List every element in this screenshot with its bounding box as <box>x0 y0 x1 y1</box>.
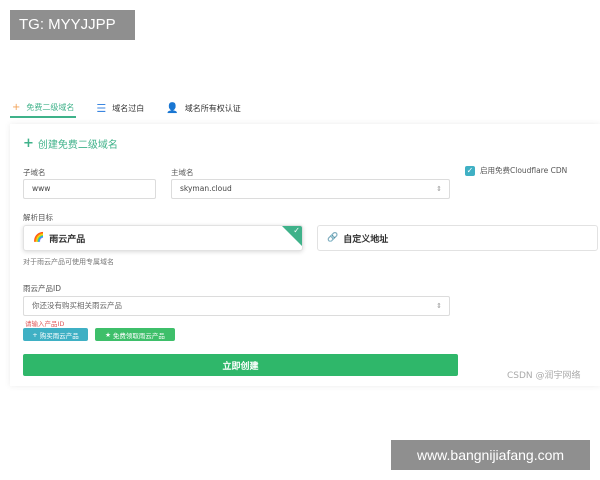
subdomain-label: 子域名 <box>23 168 46 177</box>
product-id-select[interactable]: 你还没有购买相关雨云产品 ⇕ <box>23 296 450 316</box>
tab-domain-whitelist[interactable]: ☰ 域名过白 <box>94 98 146 118</box>
main-domain-value: skyman.cloud <box>180 184 232 193</box>
site-watermark: www.bangnijiafang.com <box>391 440 590 470</box>
free-product-label: 免费领取雨云产品 <box>112 331 165 340</box>
product-id-label: 雨云产品ID <box>23 284 61 293</box>
select-arrow-icon: ⇕ <box>436 185 442 193</box>
list-icon: ☰ <box>96 101 107 115</box>
tg-watermark: TG: MYYJJPP <box>10 10 135 40</box>
buy-product-button[interactable]: + 购买雨云产品 <box>23 328 88 341</box>
cdn-option[interactable]: ✓ 启用免费Cloudflare CDN <box>465 165 567 176</box>
create-button[interactable]: 立即创建 <box>23 354 458 376</box>
section-title-text: 创建免费二级域名 <box>37 140 118 151</box>
target-option-label: 自定义地址 <box>343 234 389 245</box>
plus-icon: + <box>12 101 21 113</box>
csdn-watermark: CSDN @润宇网络 <box>507 371 581 381</box>
gift-icon: ★ <box>105 330 111 339</box>
user-icon: 👤 <box>166 102 179 114</box>
free-product-button[interactable]: ★ 免费领取雨云产品 <box>95 328 175 341</box>
rainbow-icon: 🌈 <box>33 233 45 243</box>
tab-label: 域名过白 <box>112 103 145 113</box>
cdn-label: 启用免费Cloudflare CDN <box>480 166 568 175</box>
select-arrow-icon: ⇕ <box>436 302 442 310</box>
target-label: 解析目标 <box>23 213 53 222</box>
main-domain-label: 主域名 <box>171 168 194 177</box>
section-title: + 创建免费二级域名 <box>23 136 118 151</box>
product-id-placeholder: 你还没有购买相关雨云产品 <box>32 301 122 310</box>
tab-bar: + 免费二级域名 ☰ 域名过白 👤 域名所有权认证 <box>10 98 600 120</box>
check-icon: ✓ <box>293 226 300 235</box>
tab-domain-ownership[interactable]: 👤 域名所有权认证 <box>164 98 242 118</box>
target-option-label: 雨云产品 <box>49 234 86 245</box>
plus-icon: + <box>32 330 38 339</box>
tab-free-subdomain[interactable]: + 免费二级域名 <box>10 98 77 118</box>
checkbox-icon[interactable]: ✓ <box>465 165 475 176</box>
plus-icon: + <box>23 136 34 151</box>
tab-label: 域名所有权认证 <box>184 103 241 113</box>
target-hint: 对于雨云产品可使用专属域名 <box>23 258 114 266</box>
link-icon: 🔗 <box>327 233 339 243</box>
buy-product-label: 购买雨云产品 <box>39 331 79 340</box>
main-domain-select[interactable]: skyman.cloud ⇕ <box>171 179 450 199</box>
product-id-error: 请输入产品ID <box>25 320 65 328</box>
subdomain-input[interactable]: www <box>23 179 156 199</box>
create-subdomain-panel: + 创建免费二级域名 子域名 www 主域名 skyman.cloud ⇕ ✓ … <box>10 124 600 386</box>
target-option-rainyun[interactable]: 🌈 雨云产品 ✓ <box>23 225 303 251</box>
tab-label: 免费二级域名 <box>26 102 75 112</box>
target-option-custom[interactable]: 🔗 自定义地址 <box>317 225 598 251</box>
